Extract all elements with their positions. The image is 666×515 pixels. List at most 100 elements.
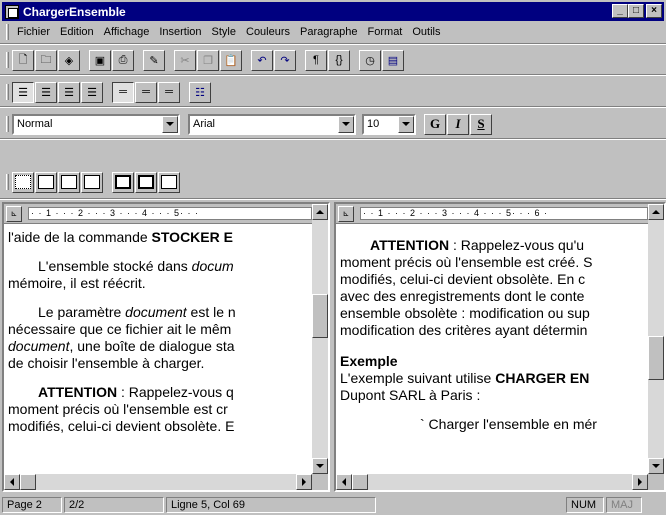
text-run-italic: document [125, 304, 187, 320]
menu-affichage[interactable]: Affichage [99, 26, 155, 38]
size-value: 10 [367, 118, 380, 130]
scroll-thumb[interactable] [352, 474, 368, 490]
one-half-spacing-button[interactable]: ═ [135, 81, 157, 103]
single-spacing-button[interactable]: ═ [112, 81, 134, 103]
right-horizontal-scrollbar[interactable] [336, 474, 648, 490]
menu-edition[interactable]: Edition [55, 26, 99, 38]
redo-button[interactable]: ↷ [274, 49, 296, 71]
text-run: L'exemple suivant utilise [340, 370, 496, 386]
menu-paragraphe[interactable]: Paragraphe [295, 26, 363, 38]
spellcheck-button[interactable]: ✎ [143, 49, 165, 71]
border-none-button[interactable] [12, 171, 34, 193]
toolbar-grip[interactable] [6, 84, 9, 100]
insert-time-button[interactable]: ◷ [359, 49, 381, 71]
border-box-icon [115, 175, 131, 189]
paste-button[interactable]: 📋 [220, 49, 242, 71]
toolbar-grip[interactable] [6, 116, 9, 132]
scroll-right-button[interactable] [632, 474, 648, 490]
print-button[interactable]: ⎙ [112, 49, 134, 71]
font-dropdown-button[interactable] [338, 115, 354, 133]
divider [0, 198, 666, 200]
field-codes-button[interactable]: {} [328, 49, 350, 71]
text-run: L'ensemble stocké dans [38, 258, 192, 274]
menu-couleurs[interactable]: Couleurs [241, 26, 295, 38]
save-button[interactable]: ◈ [58, 49, 80, 71]
double-spacing-button[interactable]: ═ [158, 81, 180, 103]
text-run: mémoire, il est réécrit. [8, 275, 146, 291]
size-select[interactable]: 10 [362, 113, 416, 135]
copy-button[interactable]: ❐ [197, 49, 219, 71]
tab-stop-selector[interactable]: ⊾ [6, 205, 22, 222]
align-right-button[interactable]: ☰ [58, 81, 80, 103]
status-num-lock: NUM [566, 497, 604, 513]
properties-button[interactable]: ▤ [382, 49, 404, 71]
undo-icon: ↶ [257, 54, 267, 67]
menubar-grip[interactable] [6, 24, 9, 40]
border-none-icon [15, 175, 31, 189]
status-bar: Page 2 2/2 Ligne 5, Col 69 NUM MAJ [0, 495, 666, 515]
minimize-button[interactable]: _ [612, 4, 628, 18]
left-ruler[interactable]: ⊾ · · 1 · · · 2 · · · 3 · · · 4 · · · 5·… [4, 204, 312, 224]
new-document-icon: 🗋 [18, 53, 28, 66]
right-ruler[interactable]: ⊾ · · 1 · · · 2 · · · 3 · · · 4 · · · 5·… [336, 204, 648, 224]
toolbar-grip[interactable] [6, 52, 9, 68]
bullets-button[interactable]: ☷ [189, 81, 211, 103]
border-inside-button[interactable] [135, 171, 157, 193]
text-run: Dupont SARL à Paris : [340, 387, 481, 403]
bold-button[interactable]: G [424, 113, 446, 135]
style-select[interactable]: Normal [12, 113, 180, 135]
menu-style[interactable]: Style [207, 26, 241, 38]
underline-button[interactable]: S [470, 113, 492, 135]
field-code-icon: {} [335, 54, 343, 66]
title-bar[interactable]: ChargerEnsemble _ □ × [2, 2, 664, 21]
border-right-button[interactable] [58, 171, 80, 193]
text-run-bold: ATTENTION [370, 237, 450, 253]
undo-button[interactable]: ↶ [251, 49, 273, 71]
cut-button[interactable]: ✂ [174, 49, 196, 71]
close-button[interactable]: × [646, 4, 662, 18]
menu-format[interactable]: Format [363, 26, 408, 38]
font-select[interactable]: Arial [188, 113, 356, 135]
border-outside-button[interactable] [158, 171, 180, 193]
border-left-button[interactable] [35, 171, 57, 193]
right-vertical-scrollbar[interactable] [648, 204, 664, 474]
right-document-text[interactable]: ATTENTION : Rappelez-vous qu'u moment pré… [336, 225, 648, 474]
toolbar-grip[interactable] [6, 174, 9, 190]
show-marks-button[interactable]: ¶ [305, 49, 327, 71]
scroll-thumb[interactable] [312, 294, 328, 338]
print-preview-button[interactable]: ▣ [89, 49, 111, 71]
menu-outils[interactable]: Outils [407, 26, 445, 38]
left-horizontal-scrollbar[interactable] [4, 474, 312, 490]
border-bottom-button[interactable] [81, 171, 103, 193]
text-run: est le n [186, 304, 236, 320]
left-vertical-scrollbar[interactable] [312, 204, 328, 474]
left-document-pane[interactable]: ⊾ · · 1 · · · 2 · · · 3 · · · 4 · · · 5·… [2, 202, 330, 492]
tab-stop-selector[interactable]: ⊾ [338, 205, 354, 222]
border-box-button[interactable] [112, 171, 134, 193]
application-window: ChargerEnsemble _ □ × Fichier Edition Af… [0, 0, 666, 515]
scroll-up-button[interactable] [312, 204, 328, 220]
scroll-right-button[interactable] [296, 474, 312, 490]
style-dropdown-button[interactable] [162, 115, 178, 133]
italic-button[interactable]: I [447, 113, 469, 135]
scroll-thumb[interactable] [20, 474, 36, 490]
left-document-text[interactable]: l'aide de la commande STOCKER E L'ensemb… [4, 225, 312, 474]
align-left-button[interactable]: ☰ [12, 81, 34, 103]
new-document-button[interactable]: 🗋 [12, 49, 34, 71]
maximize-button[interactable]: □ [628, 4, 644, 18]
right-document-pane[interactable]: ⊾ · · 1 · · · 2 · · · 3 · · · 4 · · · 5·… [334, 202, 666, 492]
open-button[interactable]: 🗀 [35, 49, 57, 71]
scroll-left-button[interactable] [4, 474, 20, 490]
menu-insertion[interactable]: Insertion [154, 26, 206, 38]
scroll-up-button[interactable] [648, 204, 664, 220]
scroll-down-button[interactable] [312, 458, 328, 474]
scroll-thumb[interactable] [648, 336, 664, 380]
menu-fichier[interactable]: Fichier [12, 26, 55, 38]
app-icon[interactable] [5, 4, 19, 19]
justify-button[interactable]: ☰ [81, 81, 103, 103]
paste-icon: 📋 [224, 54, 238, 67]
scroll-down-button[interactable] [648, 458, 664, 474]
scroll-left-button[interactable] [336, 474, 352, 490]
align-center-button[interactable]: ☰ [35, 81, 57, 103]
size-dropdown-button[interactable] [398, 115, 414, 133]
